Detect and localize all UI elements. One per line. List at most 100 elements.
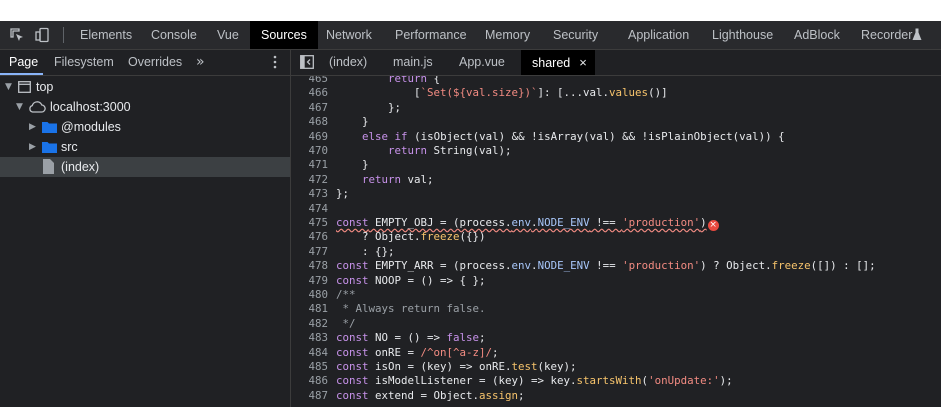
code-text: }; [336, 187, 350, 201]
line-number[interactable]: 472 [291, 173, 328, 187]
tab-network[interactable]: Network [326, 21, 372, 49]
line-number[interactable]: 468 [291, 115, 328, 129]
tab-security[interactable]: Security [553, 21, 598, 49]
nav-tab-overrides[interactable]: Overrides [128, 50, 182, 75]
line-number[interactable]: 465 [291, 76, 328, 86]
tab-vue[interactable]: Vue [217, 21, 239, 49]
active-tab-indicator [0, 73, 43, 75]
tree-item-label: top [36, 80, 54, 94]
editor-tab-shared[interactable]: shared × [521, 50, 595, 75]
line-number[interactable]: 469 [291, 130, 328, 144]
close-icon[interactable]: × [579, 55, 587, 70]
tree-item-label: src [61, 140, 78, 154]
file-icon [43, 159, 54, 174]
tab-adblock[interactable]: AdBlock [794, 21, 840, 49]
code-text: const isOn = (key) => onRE.test(key); [336, 360, 577, 373]
code-line: 486 const isModelListener = (key) => key… [291, 374, 941, 388]
code-line: 471 } [291, 158, 941, 172]
editor-tab-app-vue[interactable]: App.vue [459, 50, 505, 75]
tab-sources[interactable]: Sources [250, 21, 318, 49]
code-line: 484 const onRE = /^on[^a-z]/; [291, 346, 941, 360]
line-number[interactable]: 475 [291, 216, 328, 230]
line-number[interactable]: 484 [291, 346, 328, 360]
toggle-navigator-icon[interactable] [300, 55, 314, 69]
frame-icon [18, 81, 31, 93]
code-text: } [336, 115, 369, 129]
collapse-arrow-icon[interactable]: ▶ [29, 117, 36, 137]
code-text: const EMPTY_OBJ = (process.env.NODE_ENV … [336, 216, 707, 229]
code-text: return val; [362, 172, 434, 186]
code-line: 477 : {}; [291, 245, 941, 259]
editor-tab-index[interactable]: (index) [329, 50, 367, 75]
expand-arrow-icon[interactable]: ▼ [16, 97, 23, 117]
editor-tabbar: (index) main.js App.vue shared × [291, 50, 941, 76]
code-text: const EMPTY_ARR = (process.env.NODE_ENV … [336, 259, 876, 273]
line-number[interactable]: 487 [291, 389, 328, 403]
inspect-element-icon[interactable] [9, 27, 25, 43]
line-number[interactable]: 486 [291, 374, 328, 388]
nav-tab-page[interactable]: Page [9, 50, 38, 75]
devtools-window: Elements Console Vue Sources Network Per… [0, 21, 941, 407]
line-number[interactable]: 481 [291, 302, 328, 316]
expand-arrow-icon[interactable]: ▼ [5, 77, 12, 97]
code-text: const extend = Object.assign; [336, 388, 525, 402]
kebab-menu-icon[interactable] [273, 54, 277, 70]
toolbar-divider [63, 27, 64, 43]
code-line: 478 const EMPTY_ARR = (process.env.NODE_… [291, 259, 941, 273]
code-area[interactable]: 465 return { 466 [`Set(${val.size})`]: [… [291, 76, 941, 407]
line-number[interactable]: 480 [291, 288, 328, 302]
code-line: 467 }; [291, 101, 941, 115]
code-text: const NO = () => false; [336, 331, 486, 345]
code-text: [`Set(${val.size})`]: [...val.values()] [336, 86, 668, 100]
line-number[interactable]: 466 [291, 86, 328, 100]
editor-tab-label: shared [532, 56, 571, 70]
code-text-wrap: const EMPTY_OBJ = (process.env.NODE_ENV … [336, 216, 719, 231]
code-line: 482 */ [291, 317, 941, 331]
code-text: }; [336, 100, 402, 114]
line-number[interactable]: 482 [291, 317, 328, 331]
tab-performance[interactable]: Performance [395, 21, 467, 49]
tree-item-top[interactable]: ▼ top [0, 77, 290, 97]
code-text: const isModelListener = (key) => key.sta… [336, 374, 733, 388]
tab-elements[interactable]: Elements [80, 21, 132, 49]
line-number[interactable]: 477 [291, 245, 328, 259]
collapse-arrow-icon[interactable]: ▶ [29, 137, 36, 157]
error-icon[interactable]: × [707, 220, 719, 231]
line-number[interactable]: 474 [291, 202, 328, 216]
line-number[interactable]: 483 [291, 331, 328, 345]
tree-item-index[interactable]: (index) [0, 157, 290, 177]
tree-item-localhost[interactable]: ▼ localhost:3000 [0, 97, 290, 117]
code-line: 476 ? Object.freeze({}) [291, 230, 941, 244]
line-number[interactable]: 478 [291, 259, 328, 273]
code-line: 485 const isOn = (key) => onRE.test(key)… [291, 360, 941, 374]
code-text: : {}; [336, 244, 395, 258]
line-number[interactable]: 470 [291, 144, 328, 158]
tree-item-src[interactable]: ▶ src [0, 137, 290, 157]
code-text: ? Object.freeze({}) [336, 230, 486, 244]
code-line: 466 [`Set(${val.size})`]: [...val.values… [291, 86, 941, 100]
line-number[interactable]: 485 [291, 360, 328, 374]
tab-lighthouse[interactable]: Lighthouse [712, 21, 773, 49]
code-line: 468 } [291, 115, 941, 129]
tab-console[interactable]: Console [151, 21, 197, 49]
line-number[interactable]: 467 [291, 101, 328, 115]
navigator-tabs: Page Filesystem Overrides » [0, 50, 290, 76]
tab-memory[interactable]: Memory [485, 21, 530, 49]
code-comment: /** [336, 288, 356, 301]
tab-recorder[interactable]: Recorder [861, 21, 912, 49]
device-toolbar-icon[interactable] [34, 27, 50, 43]
line-number[interactable]: 471 [291, 158, 328, 172]
line-number[interactable]: 479 [291, 274, 328, 288]
chevron-double-right-icon[interactable]: » [196, 52, 205, 72]
code-text: else if (isObject(val) && !isArray(val) … [362, 129, 785, 143]
tab-application[interactable]: Application [628, 21, 689, 49]
code-line: 470 return String(val); [291, 144, 941, 158]
line-number[interactable]: 476 [291, 230, 328, 244]
editor-tab-main-js[interactable]: main.js [393, 50, 433, 75]
tree-item-label: (index) [61, 160, 100, 174]
line-number[interactable]: 473 [291, 187, 328, 201]
code-comment: * Always return false. [336, 302, 486, 316]
code-line: 473 }; [291, 187, 941, 201]
nav-tab-filesystem[interactable]: Filesystem [54, 50, 114, 75]
tree-item-modules[interactable]: ▶ @modules [0, 117, 290, 137]
